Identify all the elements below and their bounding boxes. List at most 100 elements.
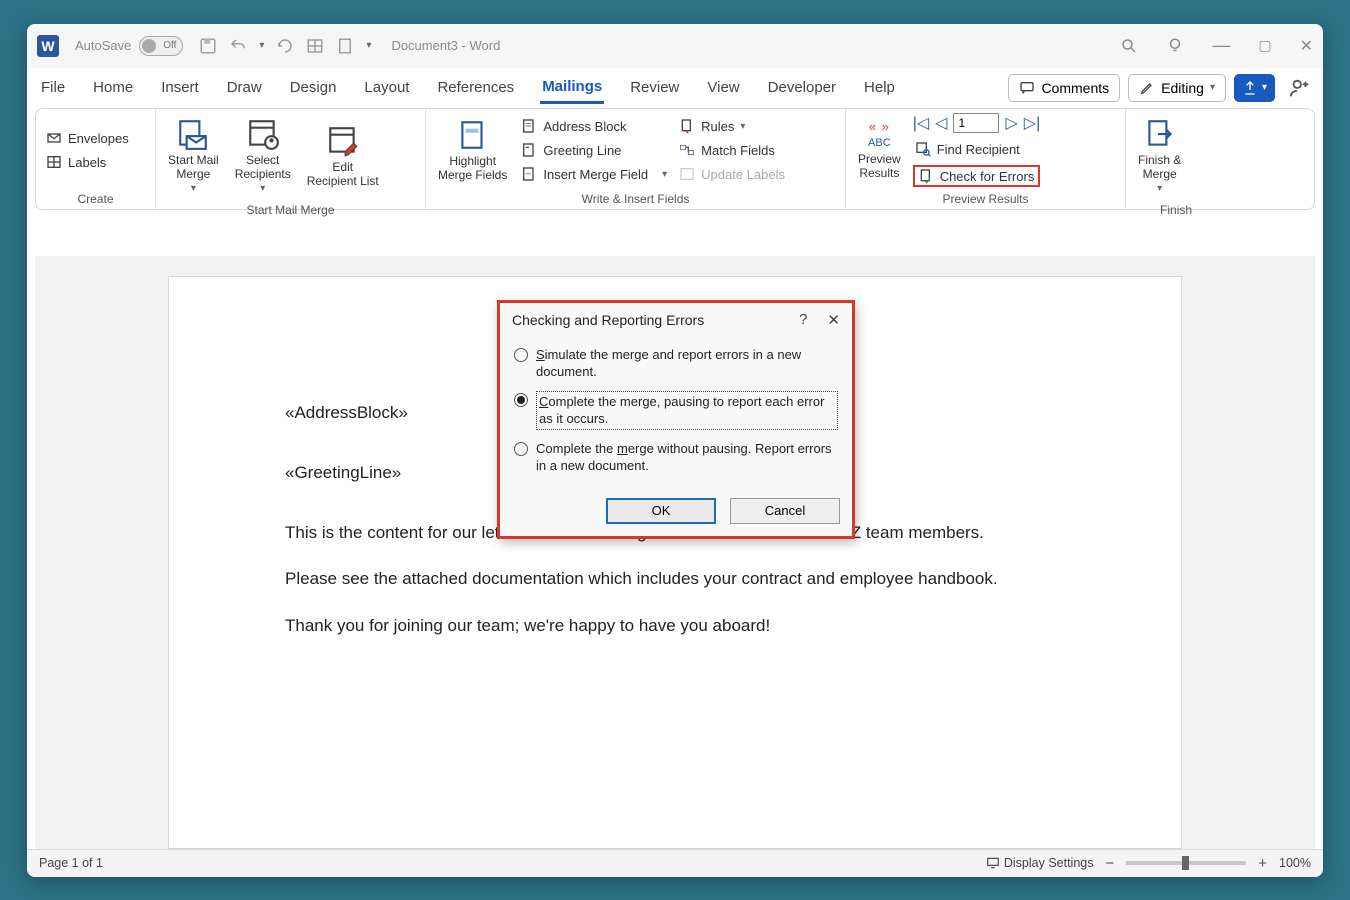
- find-recipient-button[interactable]: Find Recipient: [913, 139, 1041, 159]
- comments-button[interactable]: Comments: [1008, 74, 1120, 102]
- redo-icon[interactable]: [276, 37, 294, 55]
- zoom-slider[interactable]: [1126, 861, 1246, 865]
- tab-home[interactable]: Home: [91, 73, 135, 102]
- match-icon: [679, 142, 695, 158]
- merge-field-icon: [521, 166, 537, 182]
- display-settings-button[interactable]: Display Settings: [986, 856, 1094, 870]
- share-button[interactable]: ▾: [1234, 74, 1275, 102]
- share-icon: [1242, 80, 1258, 96]
- dialog-titlebar: Checking and Reporting Errors ? ✕: [500, 303, 852, 337]
- highlight-icon: [456, 118, 490, 152]
- save-icon[interactable]: [199, 37, 217, 55]
- group-create-label: Create: [36, 192, 155, 209]
- insert-merge-field-button[interactable]: Insert Merge Field ▾: [519, 164, 669, 184]
- close-icon[interactable]: ✕: [1300, 36, 1313, 56]
- update-labels-icon: [679, 166, 695, 182]
- check-for-errors-button[interactable]: Check for Errors: [913, 165, 1041, 187]
- next-record-icon[interactable]: ▷: [1005, 113, 1017, 133]
- tab-help[interactable]: Help: [862, 73, 897, 102]
- tab-references[interactable]: References: [435, 73, 516, 102]
- address-block-button[interactable]: Address Block: [519, 116, 669, 136]
- highlight-merge-fields-button[interactable]: Highlight Merge Fields: [434, 114, 511, 187]
- labels-button[interactable]: Labels: [44, 152, 131, 172]
- mail-merge-icon: [176, 117, 210, 151]
- status-bar: Page 1 of 1 Display Settings − + 100%: [27, 849, 1323, 877]
- check-errors-icon: [918, 168, 934, 184]
- address-block-icon: [521, 118, 537, 134]
- group-finish-label: Finish: [1126, 203, 1226, 220]
- greeting-line-button[interactable]: Greeting Line: [519, 140, 669, 160]
- autosave-toggle[interactable]: Off: [139, 36, 183, 56]
- minimize-icon[interactable]: —: [1212, 35, 1230, 56]
- editing-button[interactable]: Editing ▾: [1128, 74, 1226, 102]
- envelopes-button[interactable]: Envelopes: [44, 128, 131, 148]
- zoom-in-button[interactable]: +: [1258, 855, 1267, 872]
- tab-review[interactable]: Review: [628, 73, 681, 102]
- maximize-icon[interactable]: ▢: [1258, 37, 1271, 54]
- comment-icon: [1019, 80, 1035, 96]
- first-record-icon[interactable]: |◁: [913, 113, 929, 133]
- rules-icon: [679, 118, 695, 134]
- match-fields-button[interactable]: Match Fields: [677, 140, 787, 160]
- ribbon: Envelopes Labels Create Start Mail Merge…: [35, 108, 1315, 210]
- chevron-down-icon[interactable]: ▾: [662, 169, 667, 180]
- prev-record-icon[interactable]: ◁: [935, 113, 947, 133]
- group-preview-label: Preview Results: [846, 192, 1125, 209]
- dialog-close-icon[interactable]: ✕: [827, 311, 840, 329]
- dialog-help-icon[interactable]: ?: [799, 311, 807, 329]
- account-icon[interactable]: [1289, 77, 1311, 99]
- tab-file[interactable]: File: [39, 73, 67, 102]
- tab-draw[interactable]: Draw: [225, 73, 264, 102]
- radio-icon: [514, 393, 528, 407]
- autosave-control[interactable]: AutoSave Off: [75, 36, 183, 56]
- greeting-icon: [521, 142, 537, 158]
- group-start-label: Start Mail Merge: [156, 203, 425, 220]
- document-title: Document3 - Word: [391, 38, 500, 53]
- zoom-out-button[interactable]: −: [1105, 855, 1114, 872]
- record-number-input[interactable]: [953, 113, 999, 133]
- undo-icon[interactable]: [229, 37, 247, 55]
- update-labels-button: Update Labels: [677, 164, 787, 184]
- finish-icon: [1143, 117, 1177, 151]
- zoom-level[interactable]: 100%: [1279, 856, 1311, 870]
- app-window: W AutoSave Off ▾ ▾ Document3 - Word — ▢ …: [27, 24, 1323, 877]
- pencil-icon: [1139, 80, 1155, 96]
- group-write-label: Write & Insert Fields: [426, 192, 845, 209]
- radio-icon: [514, 348, 528, 362]
- edit-list-icon: [326, 124, 360, 158]
- radio-option-complete-no-pause[interactable]: Complete the merge without pausing. Repo…: [514, 435, 838, 480]
- page-icon[interactable]: [336, 37, 354, 55]
- find-icon: [915, 141, 931, 157]
- tab-view[interactable]: View: [705, 73, 741, 102]
- page-indicator[interactable]: Page 1 of 1: [39, 856, 103, 870]
- display-icon: [986, 856, 1000, 870]
- finish-merge-button[interactable]: Finish & Merge▾: [1134, 113, 1185, 200]
- tab-developer[interactable]: Developer: [766, 73, 838, 102]
- preview-results-button[interactable]: « » ABC Preview Results: [854, 115, 905, 185]
- undo-dropdown-icon[interactable]: ▾: [259, 40, 264, 51]
- rules-button[interactable]: Rules▾: [677, 116, 787, 136]
- table-icon[interactable]: [306, 37, 324, 55]
- qat-dropdown-icon[interactable]: ▾: [366, 40, 371, 51]
- select-recipients-button[interactable]: Select Recipients▾: [231, 113, 295, 200]
- lightbulb-icon[interactable]: [1166, 37, 1184, 55]
- title-bar: W AutoSave Off ▾ ▾ Document3 - Word — ▢ …: [27, 24, 1323, 68]
- quick-access-toolbar: ▾ ▾: [199, 37, 371, 55]
- last-record-icon[interactable]: ▷|: [1024, 113, 1040, 133]
- body-p2: Please see the attached documentation wh…: [285, 563, 1065, 595]
- radio-option-simulate[interactable]: Simulate the merge and report errors in …: [514, 341, 838, 386]
- tab-layout[interactable]: Layout: [362, 73, 411, 102]
- record-navigation: |◁ ◁ ▷ ▷|: [913, 113, 1041, 133]
- zoom-slider-thumb[interactable]: [1182, 856, 1189, 870]
- tab-insert[interactable]: Insert: [159, 73, 201, 102]
- ok-button[interactable]: OK: [606, 498, 716, 524]
- tab-design[interactable]: Design: [288, 73, 339, 102]
- dialog-title-text: Checking and Reporting Errors: [512, 312, 704, 328]
- radio-option-complete-pause[interactable]: Complete the merge, pausing to report ea…: [514, 386, 838, 435]
- tab-mailings[interactable]: Mailings: [540, 72, 604, 104]
- labels-icon: [46, 154, 62, 170]
- start-mail-merge-button[interactable]: Start Mail Merge▾: [164, 113, 223, 200]
- search-icon[interactable]: [1120, 37, 1138, 55]
- edit-recipient-list-button[interactable]: Edit Recipient List: [303, 120, 383, 193]
- cancel-button[interactable]: Cancel: [730, 498, 840, 524]
